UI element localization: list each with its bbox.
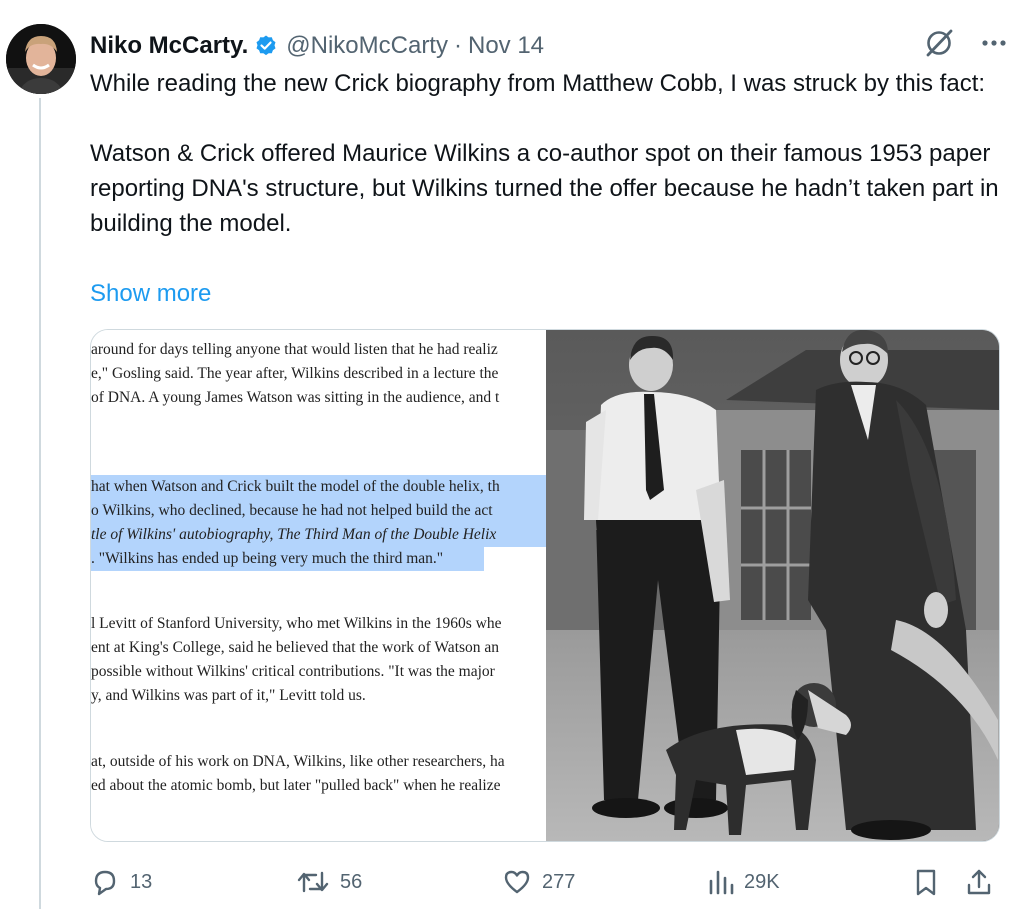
views-count: 29K: [744, 870, 780, 893]
document-line: y, and Wilkins was part of it," Levitt t…: [91, 687, 366, 704]
heart-icon: [502, 867, 532, 897]
document-screenshot[interactable]: around for days telling anyone that woul…: [91, 330, 546, 841]
grok-icon[interactable]: [923, 27, 955, 66]
more-options-icon[interactable]: [981, 30, 1007, 63]
repost-icon: [296, 867, 330, 897]
repost-button[interactable]: 56: [296, 867, 362, 897]
document-line-highlighted: hat when Watson and Crick built the mode…: [91, 475, 546, 499]
document-line-highlighted: tle of Wilkins' autobiography, The Third…: [91, 523, 546, 547]
document-line: at, outside of his work on DNA, Wilkins,…: [91, 753, 505, 770]
thread-line: [39, 98, 41, 909]
post-date[interactable]: Nov 14: [468, 32, 544, 60]
share-icon: [964, 867, 994, 897]
document-line-highlighted: o Wilkins, who declined, because he had …: [91, 499, 546, 523]
reply-icon: [90, 867, 120, 897]
media-container[interactable]: around for days telling anyone that woul…: [90, 329, 1000, 842]
tweet-paragraph: While reading the new Crick biography fr…: [90, 70, 986, 97]
reply-button[interactable]: 13: [90, 867, 152, 897]
like-count: 277: [542, 870, 576, 893]
separator-dot: ·: [453, 32, 462, 59]
document-line: ent at King's College, said he believed …: [91, 639, 500, 656]
photo-two-men-and-dog: [546, 330, 999, 841]
repost-count: 56: [340, 870, 363, 893]
author-handle[interactable]: @NikoMcCarty: [286, 32, 448, 60]
document-line: of DNA. A young James Watson was sitting…: [91, 389, 500, 406]
author-name[interactable]: Niko McCarty.: [90, 32, 248, 60]
document-line: e," Gosling said. The year after, Wilkin…: [91, 365, 499, 382]
analytics-icon: [708, 867, 734, 897]
bookmark-button[interactable]: [912, 867, 940, 897]
reply-count: 13: [130, 870, 153, 893]
document-line-highlighted: . "Wilkins has ended up being very much …: [91, 547, 484, 571]
show-more-link[interactable]: Show more: [90, 276, 211, 311]
avatar-photo: [6, 24, 76, 94]
action-bar: 13 56 277 29K: [90, 858, 1007, 906]
tweet-header: Niko McCarty. @NikoMcCarty · Nov 14: [90, 26, 1007, 66]
header-icons: [923, 26, 1007, 66]
tweet-text: While reading the new Crick biography fr…: [90, 66, 1010, 241]
verified-badge-icon[interactable]: [254, 34, 278, 58]
historic-photo[interactable]: [546, 330, 999, 841]
document-line: l Levitt of Stanford University, who met…: [91, 615, 502, 632]
bookmark-icon: [912, 867, 940, 897]
views-button[interactable]: 29K: [708, 867, 780, 897]
document-line: around for days telling anyone that woul…: [91, 341, 498, 358]
document-line: possible without Wilkins' critical contr…: [91, 663, 495, 680]
document-line: ed about the atomic bomb, but later "pul…: [91, 777, 501, 794]
like-button[interactable]: 277: [502, 867, 575, 897]
share-button[interactable]: [964, 867, 994, 897]
avatar[interactable]: [6, 24, 76, 94]
tweet-paragraph: Watson & Crick offered Maurice Wilkins a…: [90, 140, 999, 237]
